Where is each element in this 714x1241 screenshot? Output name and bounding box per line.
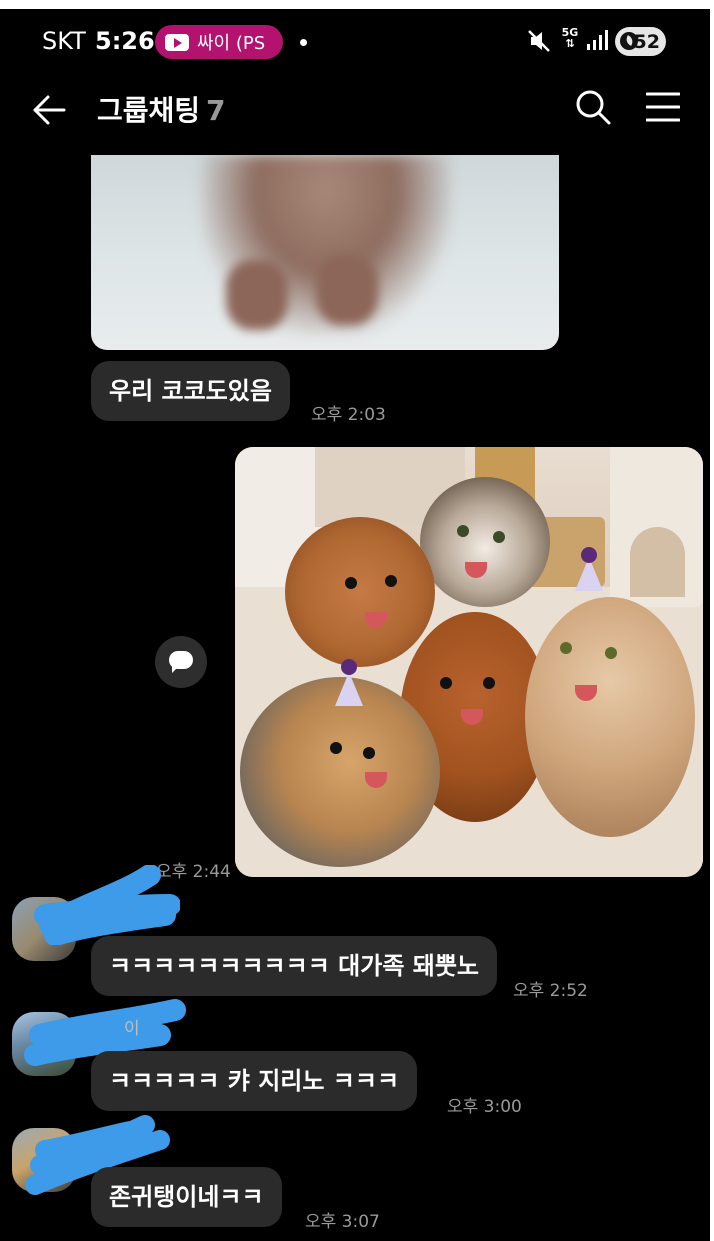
notification-dot [300, 39, 307, 46]
tabby-cat-eye [493, 531, 505, 543]
message-bubble[interactable]: ㅋㅋㅋㅋㅋㅋㅋㅋㅋㅋ 대가족 돼뿟노 [91, 936, 497, 996]
party-hat [335, 672, 363, 706]
top-frame-border [0, 0, 714, 9]
chat-title-label: 그룹채팅 [97, 94, 201, 127]
dog-paw-left [226, 260, 288, 330]
message-bubble[interactable]: ㅋㅋㅋㅋㅋ 캬 지리노 ㅋㅋㅋ [91, 1051, 418, 1111]
battery-icon: 52 [615, 27, 666, 56]
status-bar: SKT 5:26 싸이 (PS 5G ⇅ 52 [0, 9, 714, 73]
back-arrow-icon[interactable] [32, 93, 66, 127]
photo-cat-house-door [630, 527, 685, 597]
signal-icon [587, 30, 608, 50]
network-icon: 5G ⇅ [561, 26, 579, 50]
menu-icon[interactable] [646, 91, 680, 123]
tabby-cat-eye [457, 525, 469, 537]
party-hat-pom [341, 659, 357, 675]
member-count: 7 [206, 94, 226, 127]
message-timestamp: 오후 2:52 [513, 981, 588, 1001]
media-chip[interactable]: 싸이 (PS [155, 25, 283, 59]
sender-name: 이 [124, 1019, 140, 1039]
search-icon[interactable] [575, 89, 611, 125]
yorkie-eye [363, 747, 375, 759]
right-frame-border [710, 0, 714, 1241]
party-hat-pom [581, 547, 597, 563]
tabby-cat [420, 477, 550, 607]
dog-photo-message[interactable] [91, 155, 559, 350]
ginger-cat-eye [560, 642, 572, 654]
clock: 5:26 [95, 27, 155, 55]
poodle-middle-eye [440, 677, 452, 689]
network-label: 5G [561, 26, 579, 39]
message-timestamp: 오후 3:07 [305, 1212, 380, 1232]
media-chip-label: 싸이 (PS [197, 33, 266, 54]
poodle-left [285, 517, 435, 667]
poodle-left-eye [345, 577, 357, 589]
youtube-icon [165, 33, 189, 51]
message-bubble[interactable]: 우리 코코도있음 [91, 361, 290, 421]
chat-header: 그룹채팅 7 [0, 73, 714, 155]
mute-icon [528, 30, 550, 52]
redaction-scribble [34, 865, 180, 945]
chat-title: 그룹채팅 7 [97, 89, 226, 129]
comment-icon[interactable] [155, 636, 207, 688]
poodle-left-eye [385, 575, 397, 587]
message-timestamp: 오후 3:00 [447, 1097, 522, 1117]
poodle-middle-eye [483, 677, 495, 689]
eco-leaf-icon [620, 32, 638, 50]
ginger-cat-eye [605, 647, 617, 659]
dog-paw-right [316, 255, 378, 325]
pets-photo-message[interactable] [235, 447, 703, 877]
ginger-cat [525, 597, 695, 837]
message-timestamp: 오후 2:03 [311, 405, 386, 425]
yorkie-eye [330, 742, 342, 754]
message-bubble[interactable]: 존귀탱이네ㅋㅋ [91, 1167, 282, 1227]
carrier-label: SKT [42, 27, 86, 55]
